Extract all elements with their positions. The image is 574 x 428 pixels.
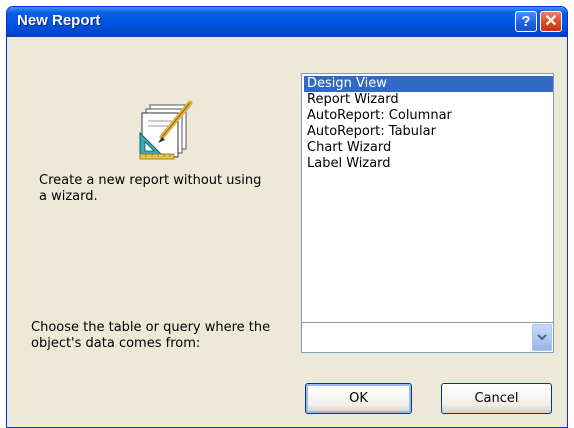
report-type-autoreport-columnar[interactable]: AutoReport: Columnar (304, 108, 553, 124)
new-report-dialog: New Report ? ✕ Create a new report witho… (6, 6, 568, 428)
report-type-autoreport-tabular[interactable]: AutoReport: Tabular (304, 124, 553, 140)
chevron-down-icon (537, 334, 547, 341)
report-type-report-wizard[interactable]: Report Wizard (304, 92, 553, 108)
dropdown-button[interactable] (532, 324, 552, 351)
data-source-combobox[interactable] (301, 322, 554, 353)
report-type-list[interactable]: Design View Report Wizard AutoReport: Co… (301, 73, 554, 327)
report-type-description: Create a new report without using a wiza… (39, 173, 262, 204)
help-button[interactable]: ? (515, 11, 537, 32)
close-button[interactable]: ✕ (540, 11, 562, 32)
title-bar[interactable]: New Report ? ✕ (7, 7, 567, 37)
cancel-button[interactable]: Cancel (441, 383, 552, 414)
report-type-label-wizard[interactable]: Label Wizard (304, 156, 553, 172)
report-design-icon (139, 100, 193, 160)
ok-button[interactable]: OK (305, 383, 412, 414)
report-type-chart-wizard[interactable]: Chart Wizard (304, 140, 553, 156)
dialog-body: Create a new report without using a wiza… (7, 37, 567, 427)
window-title: New Report (17, 12, 101, 29)
report-type-design-view[interactable]: Design View (304, 76, 553, 92)
data-source-label: Choose the table or query where the obje… (31, 320, 271, 351)
